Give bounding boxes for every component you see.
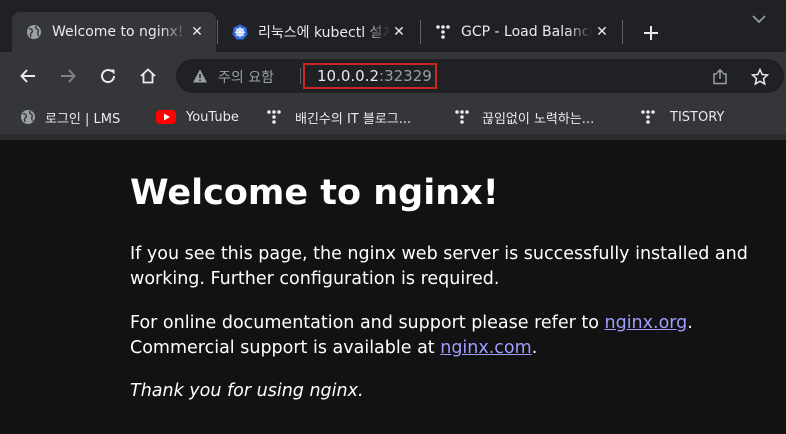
bookmark-star-button[interactable] <box>750 67 770 87</box>
bookmark-label: 끊임없이 노력하는... <box>482 111 595 127</box>
url-text[interactable]: 10.0.0.2:32329 <box>303 63 437 89</box>
tab-title: 리눅스에 kubectl 설치 및 설정 <box>258 25 390 41</box>
tab-strip: Welcome to nginx! ✕ 리눅스에 kubectl 설치 및 설정… <box>0 0 786 52</box>
plus-icon <box>644 26 658 40</box>
tistory-icon <box>267 110 281 124</box>
tistory-icon <box>455 110 469 124</box>
page-heading: Welcome to nginx! <box>130 173 499 213</box>
bookmark-lms[interactable]: 로그인 | LMS <box>20 106 120 128</box>
tab-title: GCP - Load Balancing <box>461 24 593 40</box>
paragraph-line: working. Further configuration is requir… <box>130 269 500 289</box>
nginx-org-link[interactable]: nginx.org <box>605 313 688 333</box>
globe-icon <box>21 110 35 124</box>
kubernetes-icon <box>232 24 248 40</box>
tab-separator <box>622 20 623 44</box>
tab-welcome-nginx[interactable]: Welcome to nginx! ✕ <box>12 12 216 52</box>
forward-button[interactable] <box>54 62 82 90</box>
home-icon <box>140 68 156 84</box>
tab-gcp-load-balancing[interactable]: GCP - Load Balancing ✕ <box>421 12 621 52</box>
text: Commercial support is available at <box>130 338 441 358</box>
bookmark-label: 배긴수의 IT 블로그... <box>295 111 412 127</box>
chevron-down-icon <box>752 15 766 24</box>
arrow-right-icon <box>61 69 76 83</box>
bookmark-endless-effort[interactable]: 끊임없이 노력하는... <box>454 106 594 128</box>
address-bar[interactable]: 주의 요함 10.0.0.2:32329 <box>176 59 784 93</box>
tistory-icon <box>641 110 655 124</box>
thanks-text: Thank you for using nginx. <box>130 381 364 401</box>
tistory-icon <box>436 25 450 39</box>
warning-icon[interactable] <box>192 68 208 84</box>
bookmarks-bar: 로그인 | LMS YouTube 배긴수의 IT 블로그... 끊임없이 노력… <box>0 100 786 134</box>
text: . <box>531 338 538 358</box>
page-content: Welcome to nginx! If you see this page, … <box>0 140 786 434</box>
close-tab-icon[interactable]: ✕ <box>593 23 611 41</box>
reload-icon <box>101 69 116 84</box>
new-tab-button[interactable] <box>638 20 664 46</box>
reload-button[interactable] <box>94 62 122 90</box>
close-tab-icon[interactable]: ✕ <box>390 23 408 41</box>
nginx-com-link[interactable]: nginx.com <box>440 338 531 358</box>
youtube-icon <box>156 110 176 124</box>
text: For online documentation and support ple… <box>130 313 605 333</box>
security-status-label[interactable]: 주의 요함 <box>218 67 274 87</box>
toolbar: 주의 요함 10.0.0.2:32329 <box>0 52 786 100</box>
arrow-left-icon <box>20 69 35 83</box>
back-button[interactable] <box>14 62 42 90</box>
text: . <box>687 313 693 333</box>
url-host: 10.0.0.2 <box>317 67 380 85</box>
close-tab-icon[interactable]: ✕ <box>188 23 206 41</box>
star-icon <box>751 68 769 86</box>
bookmark-label: 로그인 | LMS <box>45 111 121 127</box>
home-button[interactable] <box>134 62 162 90</box>
tab-title: Welcome to nginx! <box>52 24 184 40</box>
globe-icon <box>27 25 41 39</box>
bookmark-tistory[interactable]: TISTORY <box>640 106 724 128</box>
bookmark-bae-blog[interactable]: 배긴수의 IT 블로그... <box>266 106 411 128</box>
bookmark-label: TISTORY <box>670 109 725 125</box>
paragraph-line: If you see this page, the nginx web serv… <box>130 244 748 264</box>
tab-search-button[interactable] <box>748 10 770 28</box>
paragraph-line: For online documentation and support ple… <box>130 311 693 336</box>
bookmark-youtube[interactable]: YouTube <box>156 106 239 128</box>
share-icon <box>713 68 727 85</box>
paragraph-line: Commercial support is available at nginx… <box>130 336 537 361</box>
omnibox-separator <box>300 68 301 84</box>
url-port: :32329 <box>379 67 432 85</box>
tab-kubectl[interactable]: 리눅스에 kubectl 설치 및 설정 ✕ <box>218 12 418 52</box>
bookmark-label: YouTube <box>186 109 239 125</box>
share-button[interactable] <box>710 67 730 87</box>
